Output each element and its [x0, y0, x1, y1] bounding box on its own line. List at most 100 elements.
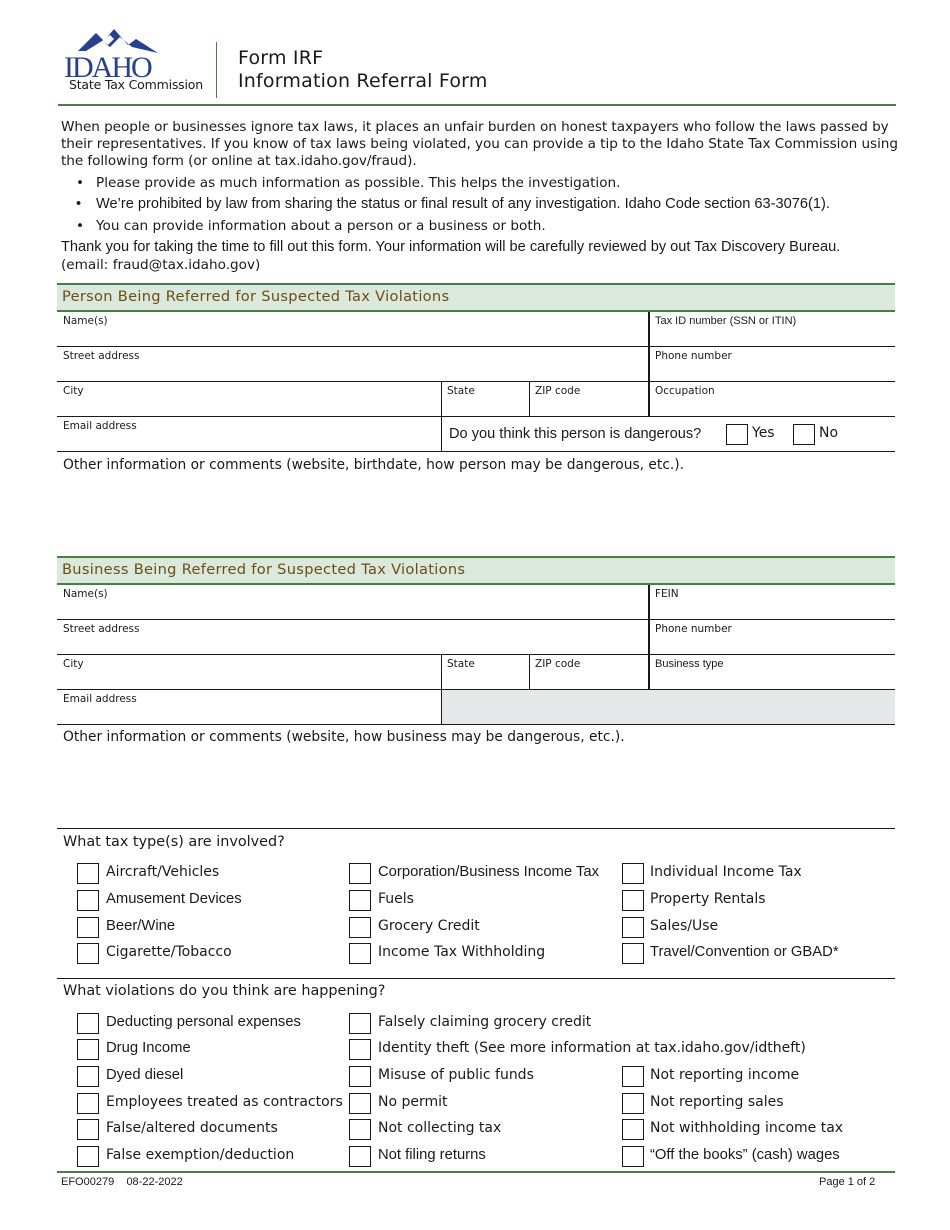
person-street-field[interactable]: Street address: [57, 347, 649, 382]
violation-label: False/altered documents: [106, 1120, 278, 1136]
dangerous-question: Do you think this person is dangerous?: [449, 426, 702, 442]
violation-checkbox-drug-income[interactable]: [77, 1039, 99, 1060]
business-fein-field[interactable]: FEIN: [649, 585, 895, 620]
violation-checkbox-employees-as-contractors[interactable]: [77, 1093, 99, 1114]
footer-form-code: EFO00279 08-22-2022: [61, 1176, 183, 1188]
violations-question: What violations do you think are happeni…: [63, 983, 386, 999]
violation-checkbox-misuse-public-funds[interactable]: [349, 1066, 371, 1087]
tax-types-question: What tax type(s) are involved?: [63, 834, 285, 850]
tax-type-checkbox-income-tax-withholding[interactable]: [349, 943, 371, 964]
section-rule: [57, 828, 895, 829]
tax-type-checkbox-property-rentals[interactable]: [622, 890, 644, 911]
dangerous-no-checkbox[interactable]: [793, 424, 815, 445]
business-section-header: Business Being Referred for Suspected Ta…: [57, 556, 895, 585]
revision-date: 08-22-2022: [126, 1176, 183, 1188]
business-city-field[interactable]: City: [57, 655, 441, 690]
column-divider: [441, 382, 442, 452]
business-comments-area[interactable]: [57, 748, 895, 826]
violation-checkbox-false-altered-documents[interactable]: [77, 1119, 99, 1140]
tax-type-label: Corporation/Business Income Tax: [378, 864, 599, 880]
violation-checkbox-falsely-claiming-grocery-credit[interactable]: [349, 1013, 371, 1034]
tax-type-checkbox-cigarette-tobacco[interactable]: [77, 943, 99, 964]
tax-type-label: Beer/Wine: [106, 918, 176, 934]
business-name-field[interactable]: Name(s): [57, 585, 649, 620]
business-state-field[interactable]: State: [441, 655, 529, 690]
violation-checkbox-false-exemption[interactable]: [77, 1146, 99, 1167]
fraud-email[interactable]: (email: fraud@tax.idaho.gov): [61, 257, 260, 273]
column-divider: [529, 655, 530, 690]
person-comments-label: Other information or comments (website, …: [63, 457, 685, 473]
violation-label: Falsely claiming grocery credit: [378, 1014, 592, 1030]
violation-checkbox-dyed-diesel[interactable]: [77, 1066, 99, 1087]
person-email-field[interactable]: Email address: [57, 417, 441, 452]
violation-checkbox-off-the-books-wages[interactable]: [622, 1146, 644, 1167]
business-phone-field[interactable]: Phone number: [649, 620, 895, 655]
person-city-field[interactable]: City: [57, 382, 441, 417]
business-email-field[interactable]: Email address: [57, 690, 441, 725]
tax-type-checkbox-travel-convention[interactable]: [622, 943, 644, 964]
business-section-title: Business Being Referred for Suspected Ta…: [62, 561, 466, 578]
column-divider: [529, 382, 530, 417]
tax-type-checkbox-aircraft-vehicles[interactable]: [77, 863, 99, 884]
bullet-icon: •: [76, 175, 85, 191]
business-zip-field[interactable]: ZIP code: [529, 655, 649, 690]
column-divider: [648, 585, 650, 690]
person-state-field[interactable]: State: [441, 382, 529, 417]
violation-label: Deducting personal expenses: [106, 1014, 301, 1030]
tax-type-checkbox-grocery-credit[interactable]: [349, 917, 371, 938]
violation-checkbox-not-filing-returns[interactable]: [349, 1146, 371, 1167]
violation-checkbox-not-collecting-tax[interactable]: [349, 1119, 371, 1140]
violation-label: False exemption/deduction: [106, 1147, 295, 1163]
person-section-header: Person Being Referred for Suspected Tax …: [57, 283, 895, 312]
column-divider: [648, 312, 650, 417]
page-number: Page 1 of 2: [819, 1176, 876, 1188]
tax-type-checkbox-individual-income[interactable]: [622, 863, 644, 884]
violation-checkbox-no-permit[interactable]: [349, 1093, 371, 1114]
idaho-state-tax-commission-logo: IDAHO State Tax Commission: [62, 27, 212, 95]
tax-type-checkbox-fuels[interactable]: [349, 890, 371, 911]
section-rule: [57, 978, 895, 979]
dangerous-no-label: No: [819, 425, 839, 441]
tax-type-label: Sales/Use: [650, 918, 719, 934]
person-tax-id-field[interactable]: Tax ID number (SSN or ITIN): [649, 312, 895, 347]
violation-checkbox-deducting-personal-expenses[interactable]: [77, 1013, 99, 1034]
person-comments-area[interactable]: [57, 476, 895, 554]
violation-label: Employees treated as contractors: [106, 1094, 343, 1110]
person-zip-field[interactable]: ZIP code: [529, 382, 649, 417]
shaded-blank-cell: [441, 690, 895, 725]
violation-label: Identity theft (See more information at …: [378, 1040, 806, 1056]
tax-type-label: Individual Income Tax: [650, 864, 802, 880]
dangerous-yes-checkbox[interactable]: [726, 424, 748, 445]
mountain-logo-icon: IDAHO: [64, 29, 158, 79]
bullet-icon: •: [76, 196, 82, 212]
business-street-field[interactable]: Street address: [57, 620, 649, 655]
person-occupation-field[interactable]: Occupation: [649, 382, 895, 417]
tax-type-label: Fuels: [378, 891, 414, 907]
tax-type-checkbox-beer-wine[interactable]: [77, 917, 99, 938]
bullet-icon: •: [76, 218, 85, 234]
violation-label: Not collecting tax: [378, 1120, 502, 1136]
business-comments-label: Other information or comments (website, …: [63, 729, 625, 745]
header-rule: [58, 104, 896, 106]
tax-type-checkbox-amusement-devices[interactable]: [77, 890, 99, 911]
business-type-field[interactable]: Business type: [649, 655, 895, 690]
column-divider: [441, 655, 442, 725]
tax-type-label: Travel/Convention or GBAD*: [650, 944, 839, 960]
tax-type-checkbox-sales-use[interactable]: [622, 917, 644, 938]
tax-type-label: Aircraft/Vehicles: [106, 864, 220, 880]
tax-type-checkbox-corporation-income[interactable]: [349, 863, 371, 884]
violation-checkbox-identity-theft[interactable]: [349, 1039, 371, 1060]
violation-label: No permit: [378, 1094, 448, 1110]
form-code: EFO00279: [61, 1176, 115, 1188]
intro-paragraph: When people or businesses ignore tax law…: [61, 119, 898, 169]
form-number: Form IRF: [238, 47, 324, 69]
violation-label: Not reporting sales: [650, 1094, 784, 1110]
violation-label: Not filing returns: [378, 1147, 486, 1163]
violation-label: Not reporting income: [650, 1067, 800, 1083]
violation-checkbox-not-reporting-sales[interactable]: [622, 1093, 644, 1114]
logo-subtitle: State Tax Commission: [69, 77, 203, 92]
violation-checkbox-not-withholding-income-tax[interactable]: [622, 1119, 644, 1140]
person-name-field[interactable]: Name(s): [57, 312, 649, 347]
person-phone-field[interactable]: Phone number: [649, 347, 895, 382]
violation-checkbox-not-reporting-income[interactable]: [622, 1066, 644, 1087]
